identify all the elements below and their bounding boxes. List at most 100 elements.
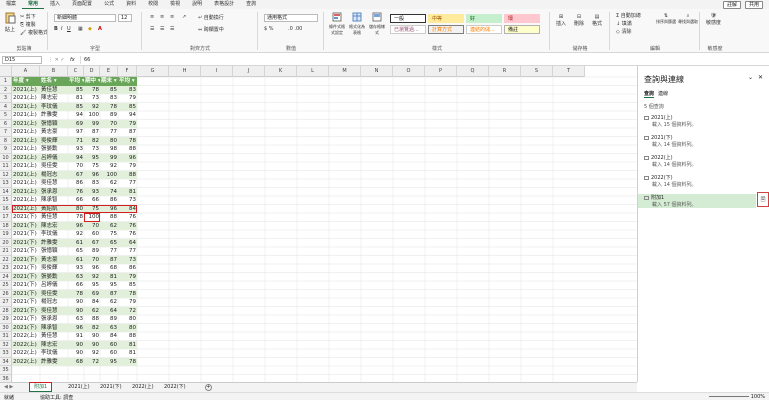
table-cell[interactable]: 86 bbox=[118, 264, 137, 273]
menu-item[interactable]: 表格設計 bbox=[208, 0, 240, 9]
table-cell[interactable]: 吳佳慧 bbox=[40, 306, 68, 315]
style-swatch[interactable]: 一般 bbox=[390, 14, 426, 23]
table-cell[interactable]: 81 bbox=[100, 272, 118, 281]
table-cell[interactable]: 66 bbox=[68, 281, 84, 290]
table-cell[interactable]: 79 bbox=[118, 298, 137, 307]
cut-button[interactable]: ✂ 剪下 bbox=[20, 13, 36, 20]
table-cell[interactable]: 吳佳雯 bbox=[40, 162, 68, 171]
menu-item[interactable]: 說明 bbox=[186, 0, 208, 9]
table-cell[interactable]: 2021(上) bbox=[12, 196, 40, 205]
table-cell[interactable]: 60 bbox=[100, 340, 118, 349]
table-cell[interactable]: 2021(上) bbox=[12, 128, 40, 137]
table-cell[interactable]: 96 bbox=[118, 153, 137, 162]
table-cell[interactable]: 2022(上) bbox=[12, 340, 40, 349]
font-size-select[interactable]: 12 bbox=[118, 14, 132, 22]
table-cell[interactable]: 99 bbox=[100, 153, 118, 162]
decimal-button[interactable]: .0 .00 bbox=[288, 26, 302, 32]
format-as-table-button[interactable]: 格式化為表格 bbox=[348, 12, 366, 36]
table-cell[interactable]: 72 bbox=[118, 306, 137, 315]
table-cell[interactable]: 2021(下) bbox=[12, 289, 40, 298]
table-cell[interactable]: 63 bbox=[68, 272, 84, 281]
formula-input[interactable]: 66 bbox=[80, 56, 634, 64]
table-cell[interactable]: 2021(上) bbox=[12, 145, 40, 154]
table-cell[interactable]: 68 bbox=[68, 357, 84, 366]
table-cell[interactable]: 黃佳慧 bbox=[40, 332, 68, 341]
table-cell[interactable]: 2021(下) bbox=[12, 221, 40, 230]
table-cell[interactable]: 94 bbox=[68, 153, 84, 162]
style-swatch[interactable]: 中等 bbox=[428, 14, 464, 23]
table-cell[interactable]: 78 bbox=[118, 136, 137, 145]
table-cell[interactable]: 77 bbox=[118, 179, 137, 188]
table-cell[interactable]: 88 bbox=[118, 332, 137, 341]
table-cell[interactable]: 張承恩 bbox=[40, 187, 68, 196]
table-cell[interactable]: 62 bbox=[84, 306, 100, 315]
table-header-cell[interactable]: 年度 ▾ bbox=[12, 77, 40, 86]
table-cell[interactable]: 95 bbox=[100, 281, 118, 290]
table-cell[interactable]: 90 bbox=[68, 349, 84, 358]
menu-item[interactable]: 查詢 bbox=[240, 0, 262, 9]
table-cell[interactable]: 82 bbox=[84, 323, 100, 332]
number-format-select[interactable]: 通用格式 bbox=[264, 14, 318, 22]
table-cell[interactable]: 90 bbox=[84, 340, 100, 349]
table-cell[interactable]: 2021(下) bbox=[12, 255, 40, 264]
wrap-text-button[interactable]: ↵ 自動換行 bbox=[198, 14, 224, 21]
table-cell[interactable]: 96 bbox=[68, 221, 84, 230]
find-select-button[interactable]: ⌕ 尋找與選取 bbox=[678, 13, 698, 25]
table-cell[interactable]: 85 bbox=[118, 281, 137, 290]
style-swatch[interactable]: 已瀏覽過... bbox=[390, 25, 426, 34]
table-cell[interactable]: 62 bbox=[100, 298, 118, 307]
table-header-cell[interactable]: 平均 ▾ bbox=[68, 77, 84, 86]
table-cell[interactable]: 84 bbox=[84, 298, 100, 307]
table-cell[interactable]: 92 bbox=[68, 230, 84, 239]
table-cell[interactable]: 88 bbox=[84, 315, 100, 324]
table-cell[interactable]: 89 bbox=[84, 247, 100, 256]
table-cell[interactable]: 72 bbox=[84, 357, 100, 366]
table-cell[interactable]: 91 bbox=[68, 332, 84, 341]
table-cell[interactable]: 61 bbox=[68, 255, 84, 264]
table-cell[interactable]: 92 bbox=[84, 349, 100, 358]
table-cell[interactable]: 83 bbox=[118, 85, 137, 94]
table-cell[interactable]: 79 bbox=[118, 272, 137, 281]
table-cell[interactable]: 83 bbox=[100, 94, 118, 103]
table-cell[interactable]: 86 bbox=[68, 179, 84, 188]
table-cell[interactable]: 吳佳雯 bbox=[40, 289, 68, 298]
table-cell[interactable]: 61 bbox=[68, 238, 84, 247]
align-middle-button[interactable]: ≡ bbox=[160, 14, 164, 20]
table-cell[interactable]: 75 bbox=[100, 230, 118, 239]
table-cell[interactable]: 100 bbox=[100, 170, 118, 179]
table-cell[interactable]: 76 bbox=[118, 221, 137, 230]
table-cell[interactable]: 62 bbox=[100, 179, 118, 188]
sheet-tab[interactable]: 2022(上) bbox=[128, 383, 158, 392]
table-cell[interactable]: 陳志宏 bbox=[40, 221, 68, 230]
table-cell[interactable]: 67 bbox=[68, 170, 84, 179]
align-left-button[interactable]: ☰ bbox=[150, 26, 154, 32]
table-cell[interactable]: 2021(上) bbox=[12, 85, 40, 94]
table-cell[interactable]: 79 bbox=[118, 119, 137, 128]
table-cell[interactable]: 64 bbox=[118, 238, 137, 247]
table-cell[interactable]: 2021(下) bbox=[12, 298, 40, 307]
menu-item[interactable]: 公式 bbox=[98, 0, 120, 9]
table-header-cell[interactable]: 期中 ▾ bbox=[84, 77, 100, 86]
underline-button[interactable]: U bbox=[67, 26, 71, 32]
font-color-button[interactable]: A bbox=[98, 26, 102, 32]
table-cell[interactable]: 79 bbox=[118, 162, 137, 171]
table-cell[interactable]: 2021(下) bbox=[12, 247, 40, 256]
table-cell[interactable]: 90 bbox=[68, 340, 84, 349]
table-cell[interactable]: 張憶穎 bbox=[40, 119, 68, 128]
table-cell[interactable]: 76 bbox=[118, 213, 137, 222]
table-cell[interactable]: 73 bbox=[84, 145, 100, 154]
table-cell[interactable]: 92 bbox=[100, 162, 118, 171]
table-cell[interactable]: 70 bbox=[84, 221, 100, 230]
comments-button[interactable]: 註解 bbox=[722, 0, 741, 9]
table-cell[interactable]: 60 bbox=[84, 230, 100, 239]
table-cell[interactable]: 85 bbox=[68, 102, 84, 111]
close-icon[interactable]: ✕ bbox=[758, 74, 763, 81]
table-cell[interactable]: 黃志豪 bbox=[40, 255, 68, 264]
autosum-button[interactable]: Σ 自動加總 bbox=[616, 12, 641, 19]
table-cell[interactable]: 77 bbox=[118, 247, 137, 256]
merge-center-button[interactable]: ⇔ 跨欄置中 bbox=[198, 26, 224, 33]
sheet-tab[interactable]: 2021(下) bbox=[96, 383, 126, 392]
table-cell[interactable]: 68 bbox=[100, 264, 118, 273]
menu-item[interactable]: 常用 bbox=[22, 0, 45, 9]
table-cell[interactable]: 許雅雯 bbox=[40, 357, 68, 366]
